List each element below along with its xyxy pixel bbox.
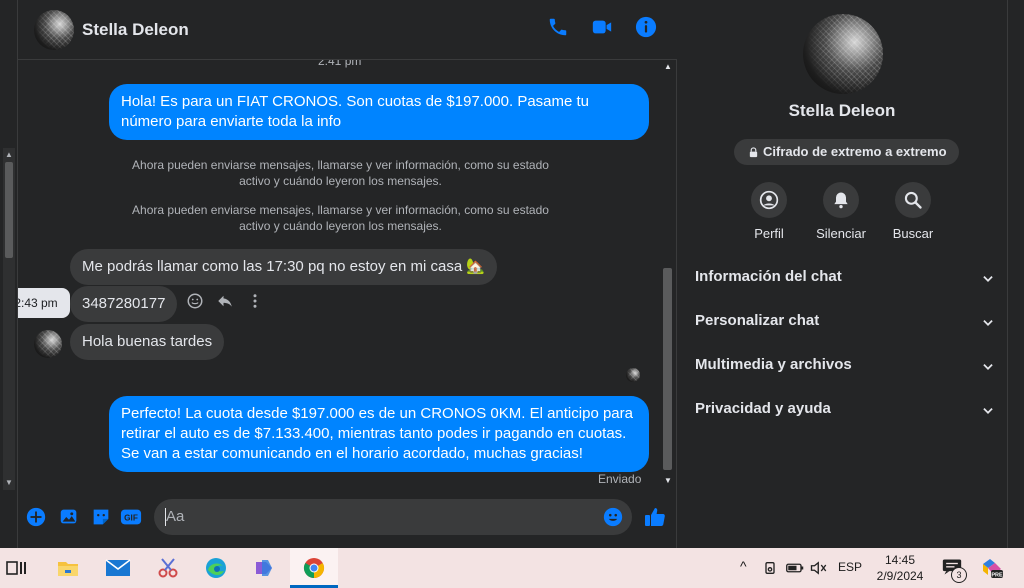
photo-icon[interactable] [58, 506, 80, 528]
plus-circle-icon[interactable] [25, 506, 47, 528]
chevron-up-icon[interactable]: ^ [740, 558, 747, 574]
chrome-icon[interactable] [300, 554, 328, 582]
info-icon[interactable] [635, 16, 657, 38]
profile-button[interactable]: Perfil [731, 182, 807, 241]
sent-status: Enviado [598, 472, 642, 486]
svg-text:GIF: GIF [124, 514, 138, 523]
clock-time: 14:45 [884, 553, 916, 567]
battery-icon[interactable] [786, 560, 804, 576]
chat-scrollbar[interactable]: ▲ ▼ [661, 62, 675, 490]
mail-icon[interactable] [104, 554, 132, 582]
left-scroll-thumb[interactable] [5, 162, 13, 258]
message-actions [186, 292, 264, 310]
encryption-badge[interactable]: Cifrado de extremo a extremo [734, 139, 959, 165]
section-customize-label: Personalizar chat [695, 312, 820, 329]
bell-icon [834, 192, 848, 209]
section-media-files[interactable]: Multimedia y archivos [695, 356, 995, 380]
snipping-tool-icon[interactable] [154, 554, 182, 582]
thumbs-up-icon[interactable] [643, 505, 667, 529]
notification-count-badge: 3 [951, 567, 967, 583]
scroll-up-arrow[interactable]: ▲ [4, 150, 14, 160]
section-media-label: Multimedia y archivos [695, 356, 852, 373]
scroll-down-arrow[interactable]: ▼ [4, 478, 14, 488]
video-call-icon[interactable] [591, 16, 613, 38]
contact-avatar-small[interactable] [34, 330, 62, 358]
incoming-message[interactable]: Hola buenas tardes [70, 324, 225, 360]
scroll-down-arrow[interactable]: ▼ [663, 476, 673, 485]
system-notice: Ahora pueden enviarse mensajes, llamarse… [132, 158, 549, 188]
right-edge-panel [1007, 0, 1024, 548]
system-notice: Ahora pueden enviarse mensajes, llamarse… [132, 203, 549, 233]
messenger-window: ▲ ▼ Stella Deleon 2:41 pm Hola! Es para … [0, 0, 1024, 548]
chat-header: Stella Deleon [18, 0, 677, 60]
section-privacy-help[interactable]: Privacidad y ayuda [695, 400, 995, 424]
search-button[interactable]: Buscar [875, 182, 951, 241]
message-input[interactable]: Aa [154, 499, 632, 535]
info-contact-name: Stella Deleon [788, 101, 896, 120]
incoming-message[interactable]: 3487280177 [70, 286, 178, 322]
react-emoji-icon[interactable] [186, 292, 204, 310]
device-icon[interactable] [762, 560, 778, 576]
lock-icon [749, 146, 758, 157]
outgoing-message[interactable]: Hola! Es para un FIAT CRONOS. Son cuotas… [109, 84, 649, 140]
file-explorer-icon[interactable] [54, 554, 82, 582]
more-options-icon[interactable] [246, 292, 264, 310]
incoming-message[interactable]: Me podrás llamar como las 17:30 pq no es… [70, 249, 498, 285]
section-chat-info[interactable]: Información del chat [695, 268, 995, 292]
chevron-down-icon [983, 320, 993, 326]
reply-icon[interactable] [216, 292, 234, 310]
chevron-down-icon [983, 364, 993, 370]
profile-icon [759, 190, 779, 210]
contact-avatar-large[interactable] [803, 14, 883, 94]
message-composer: GIF Aa [18, 490, 677, 548]
profile-label: Perfil [754, 226, 784, 241]
chevron-down-icon [983, 408, 993, 414]
notifications-button[interactable]: 3 [942, 558, 967, 583]
clock-date: 2/9/2024 [876, 569, 924, 583]
contact-avatar[interactable] [34, 10, 74, 50]
message-input-placeholder: Aa [166, 508, 185, 525]
mute-label: Silenciar [816, 226, 866, 241]
section-customize-chat[interactable]: Personalizar chat [695, 312, 995, 336]
message-list: 2:41 pm Hola! Es para un FIAT CRONOS. So… [18, 60, 661, 490]
emoji-icon[interactable] [602, 506, 624, 528]
phone-call-icon[interactable] [547, 16, 569, 38]
chat-panel: Stella Deleon 2:41 pm Hola! Es para un F… [18, 0, 677, 548]
section-privacy-label: Privacidad y ayuda [695, 400, 831, 417]
system-clock[interactable]: 14:45 2/9/2024 [872, 552, 928, 584]
windows-taskbar: ^ ESP 14:45 2/9/2024 3 PRE [0, 548, 1024, 588]
task-view-icon[interactable] [4, 556, 28, 580]
sticker-icon[interactable] [90, 506, 112, 528]
copilot-icon[interactable] [250, 554, 278, 582]
search-icon [904, 191, 922, 209]
timestamp: 2:41 pm [318, 60, 362, 68]
left-edge-panel: ▲ ▼ [0, 0, 18, 548]
copilot-preview-icon[interactable]: PRE [980, 556, 1004, 580]
outgoing-message[interactable]: Perfecto! La cuota desde $197.000 es de … [109, 396, 649, 472]
chevron-down-icon [983, 276, 993, 282]
chat-scroll-thumb[interactable] [663, 268, 672, 470]
contact-name[interactable]: Stella Deleon [82, 20, 189, 40]
edge-browser-icon[interactable] [202, 554, 230, 582]
svg-text:PRE: PRE [991, 573, 1003, 579]
left-scrollbar[interactable]: ▲ ▼ [3, 148, 15, 490]
scroll-up-arrow[interactable]: ▲ [663, 62, 673, 71]
encryption-label: Cifrado de extremo a extremo [763, 144, 947, 159]
language-indicator[interactable]: ESP [838, 560, 862, 574]
section-chat-info-label: Información del chat [695, 268, 842, 285]
mute-button[interactable]: Silenciar [803, 182, 879, 241]
search-label: Buscar [892, 226, 934, 241]
time-tooltip: 2:43 pm [18, 288, 70, 318]
gif-icon[interactable]: GIF [120, 506, 142, 528]
speaker-muted-icon[interactable] [810, 560, 828, 576]
seen-indicator-avatar [626, 368, 640, 382]
conversation-info-panel: Stella Deleon Cifrado de extremo a extre… [677, 0, 1007, 548]
